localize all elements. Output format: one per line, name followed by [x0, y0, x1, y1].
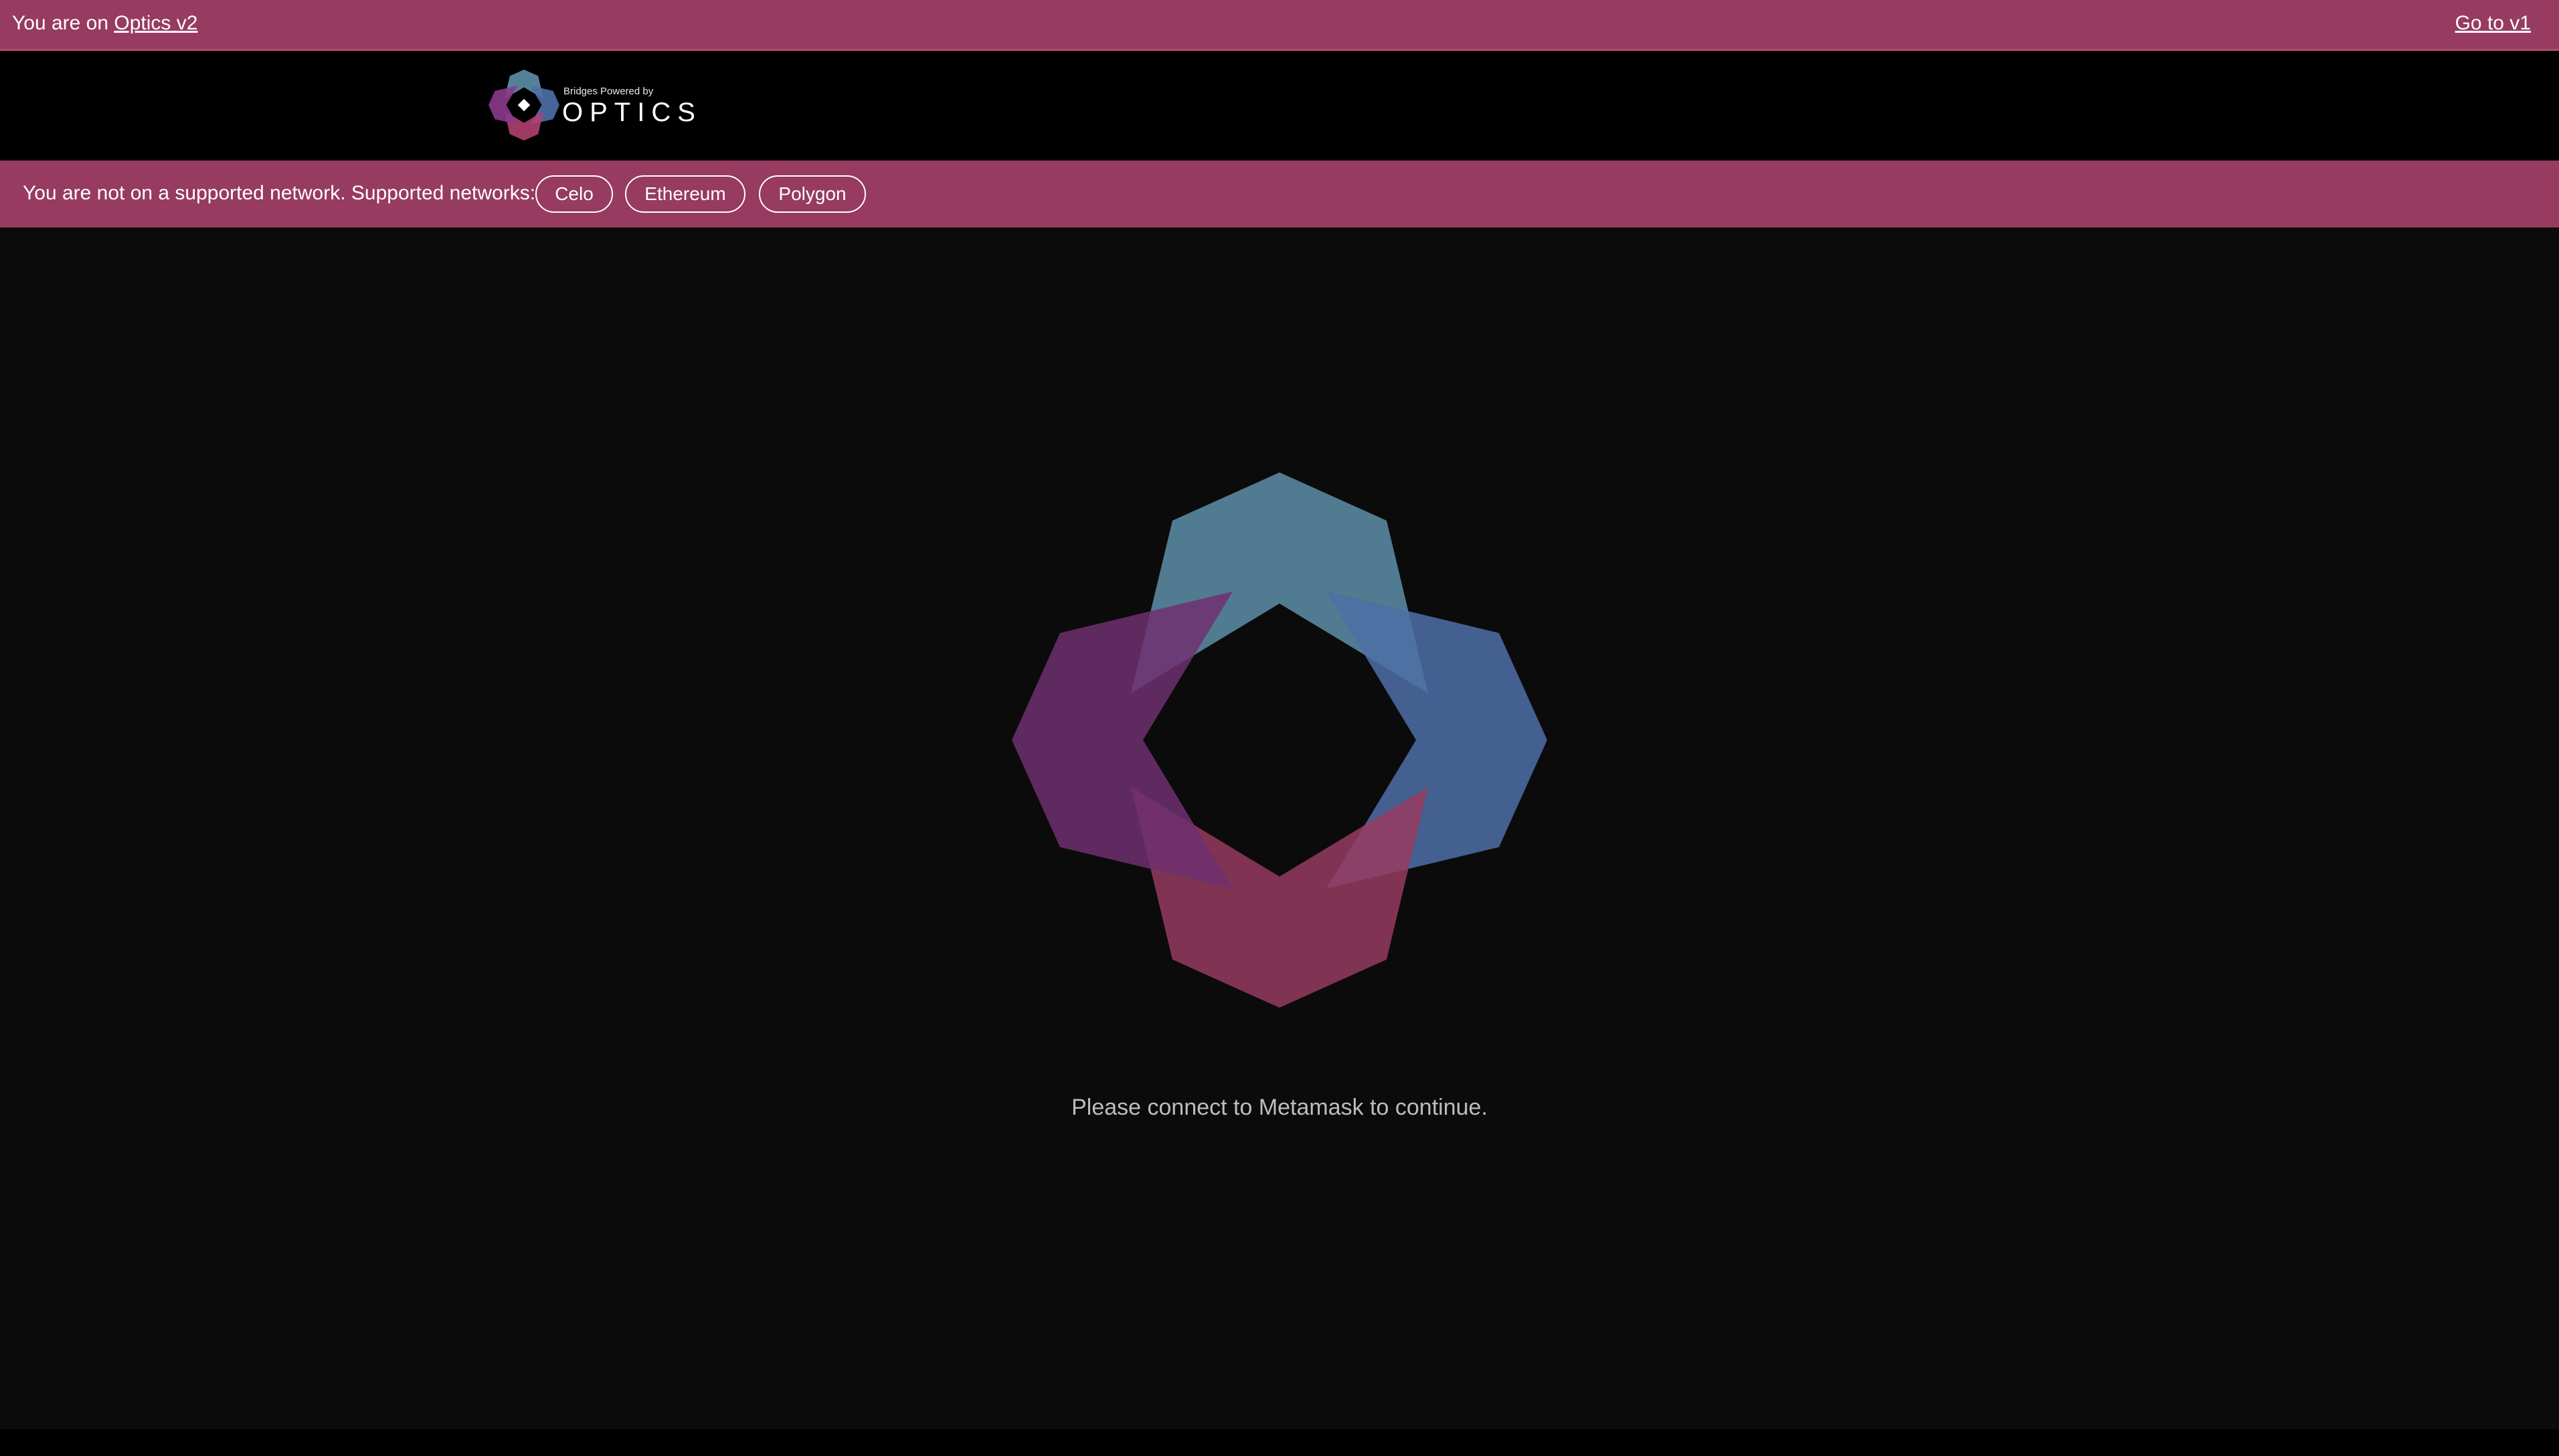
connect-metamask-message: Please connect to Metamask to continue. [1071, 1095, 1488, 1120]
network-button-polygon[interactable]: Polygon [759, 175, 866, 213]
optics-mark-icon [489, 70, 559, 141]
version-info: You are on Optics v2 [12, 12, 197, 35]
footer-strip [0, 1429, 2559, 1456]
header: Bridges Powered by OPTICS [0, 51, 2559, 159]
network-button-ethereum[interactable]: Ethereum [625, 175, 745, 213]
unsupported-network-bar: You are not on a supported network. Supp… [0, 161, 2559, 227]
version-link[interactable]: Optics v2 [114, 12, 197, 34]
version-banner: You are on Optics v2 Go to v1 [0, 0, 2559, 51]
optics-logo[interactable]: Bridges Powered by OPTICS [489, 70, 696, 141]
network-warning-text: You are not on a supported network. Supp… [23, 182, 536, 204]
network-button-celo[interactable]: Celo [535, 175, 613, 213]
go-to-v1-link[interactable]: Go to v1 [2455, 12, 2531, 35]
version-prefix: You are on [12, 12, 109, 34]
optics-hero-logo-icon [1012, 472, 1547, 1008]
logo-tagline: Bridges Powered by [563, 86, 654, 97]
logo-wordmark: OPTICS [562, 98, 702, 127]
main-content: Please connect to Metamask to continue. [0, 227, 2559, 1429]
